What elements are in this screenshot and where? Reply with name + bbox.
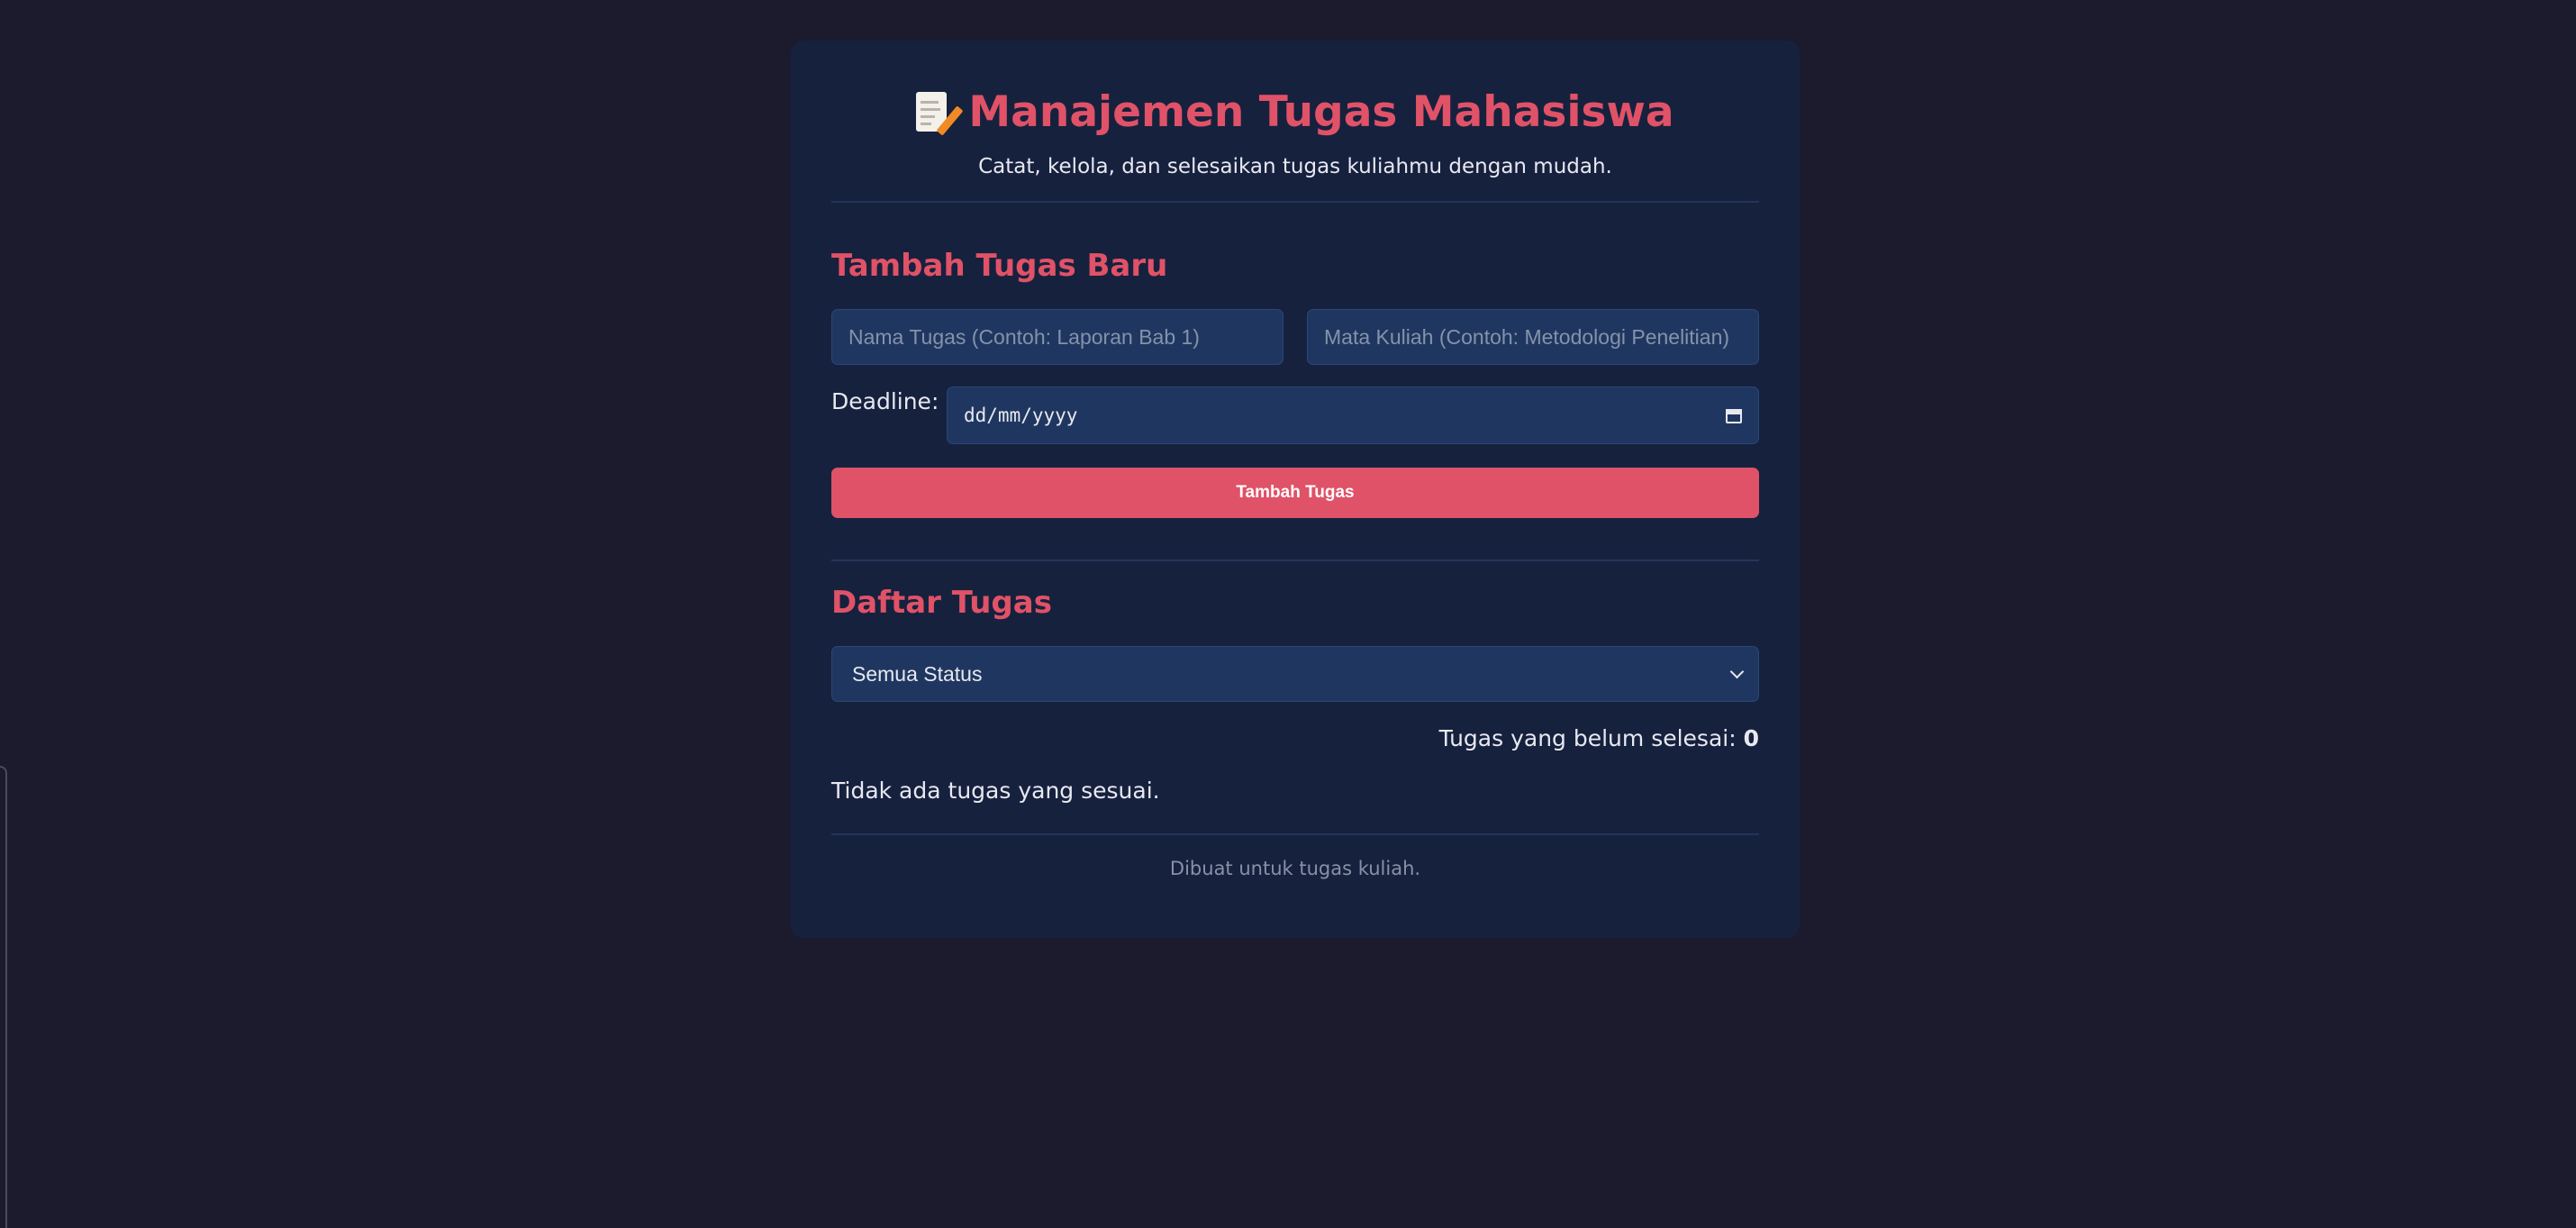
task-list-heading: Daftar Tugas bbox=[831, 585, 1052, 621]
course-name-input[interactable] bbox=[1307, 309, 1759, 365]
page-subtitle: Catat, kelola, dan selesaikan tugas kuli… bbox=[978, 155, 1612, 178]
pending-task-count: Tugas yang belum selesai: 0 bbox=[831, 723, 1759, 754]
chevron-down-icon bbox=[1729, 664, 1745, 678]
calendar-icon[interactable] bbox=[1726, 407, 1742, 423]
task-inputs-row bbox=[831, 309, 1759, 365]
deadline-row: Deadline: dd/mm/yyyy bbox=[831, 387, 1759, 444]
empty-task-message: Tidak ada tugas yang sesuai. bbox=[831, 778, 1160, 804]
add-task-button[interactable]: Tambah Tugas bbox=[831, 468, 1759, 518]
divider bbox=[831, 833, 1759, 835]
header: Manajemen Tugas Mahasiswa Catat, kelola,… bbox=[831, 41, 1759, 181]
footer-text: Dibuat untuk tugas kuliah. bbox=[1169, 858, 1421, 879]
task-name-input[interactable] bbox=[831, 309, 1283, 365]
status-filter-value: Semua Status bbox=[852, 661, 983, 686]
side-panel-edge bbox=[0, 766, 7, 1228]
page-title: Manajemen Tugas Mahasiswa bbox=[831, 86, 1759, 140]
add-task-heading: Tambah Tugas Baru bbox=[831, 248, 1168, 284]
divider bbox=[831, 559, 1759, 561]
deadline-date-input[interactable]: dd/mm/yyyy bbox=[947, 387, 1759, 444]
memo-icon bbox=[916, 92, 964, 136]
task-manager-card: Manajemen Tugas Mahasiswa Catat, kelola,… bbox=[791, 41, 1800, 938]
divider bbox=[831, 201, 1759, 203]
deadline-label: Deadline: bbox=[831, 388, 939, 414]
pending-count-label: Tugas yang belum selesai: bbox=[1438, 725, 1737, 751]
page-title-text: Manajemen Tugas Mahasiswa bbox=[968, 87, 1674, 137]
pending-count-value: 0 bbox=[1743, 725, 1759, 751]
status-filter-select[interactable]: Semua Status bbox=[831, 646, 1759, 702]
date-input-value: dd/mm/yyyy bbox=[964, 405, 1078, 426]
